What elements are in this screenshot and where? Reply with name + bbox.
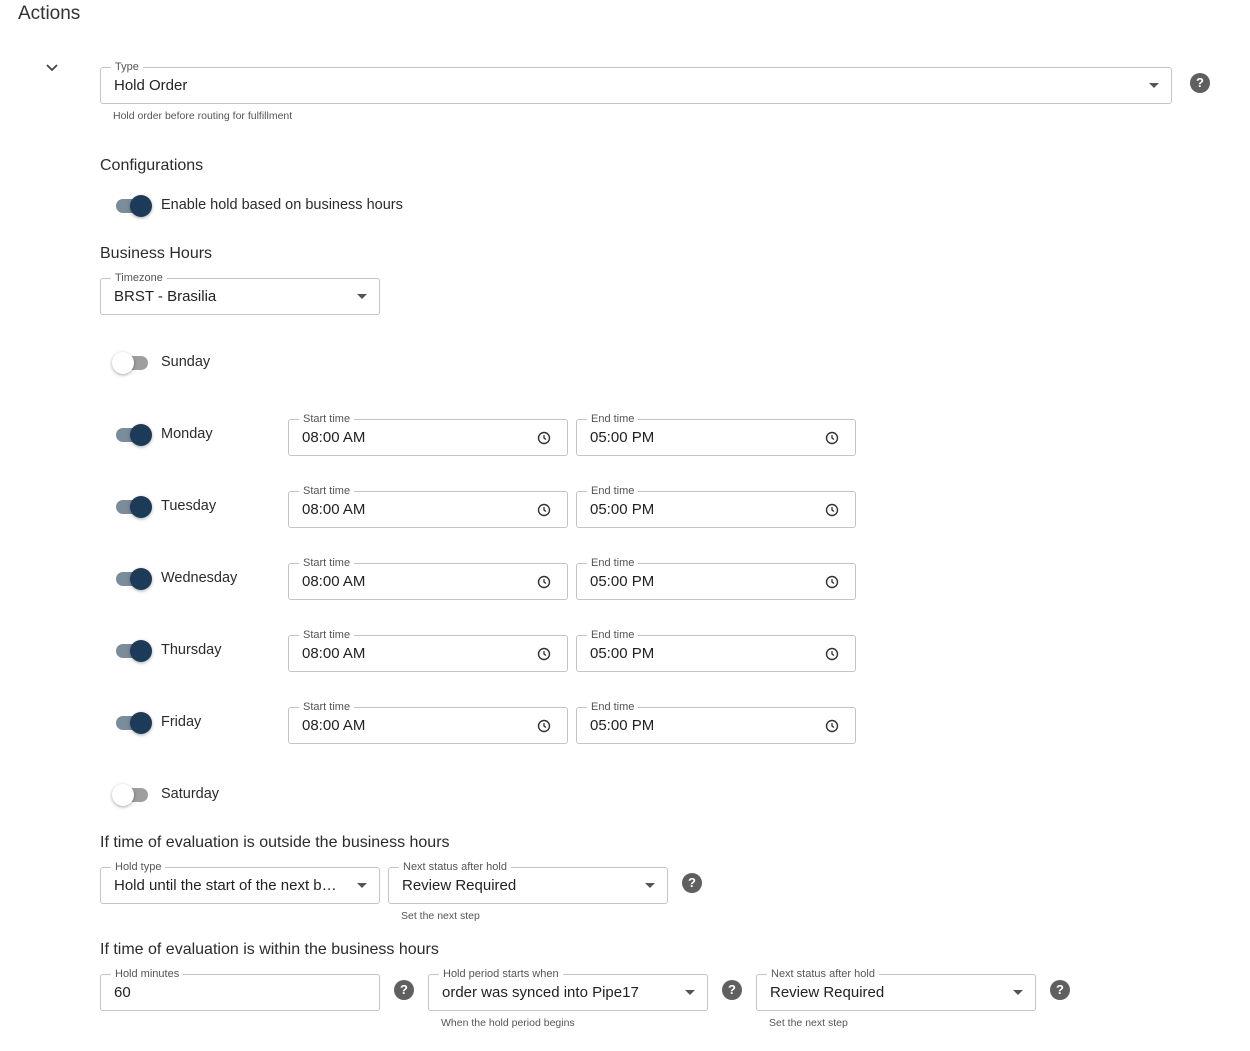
help-icon[interactable]: ? <box>1190 73 1210 93</box>
day-label-saturday: Saturday <box>161 786 220 802</box>
friday-start-time-input[interactable]: Start time 08:00 AM <box>288 700 568 744</box>
day-toggle-sunday[interactable] <box>112 352 152 374</box>
toggle-thumb <box>130 424 152 446</box>
clock-icon[interactable] <box>825 575 839 589</box>
tuesday-start-time-input[interactable]: Start time 08:00 AM <box>288 484 568 528</box>
within-next-status-helper: Set the next step <box>769 1017 848 1029</box>
hold-type-select[interactable]: Hold type Hold until the start of the ne… <box>100 860 380 904</box>
hold-start-select[interactable]: Hold period starts when order was synced… <box>428 967 708 1011</box>
wednesday-end-time-input[interactable]: End time 05:00 PM <box>576 556 856 600</box>
timezone-select[interactable]: Timezone BRST - Brasilia <box>100 271 380 315</box>
day-toggle-saturday[interactable] <box>112 784 152 806</box>
hold-type-value: Hold until the start of the next busines… <box>114 877 339 894</box>
day-toggle-friday[interactable] <box>114 712 154 734</box>
end-time-value: 05:00 PM <box>590 429 655 446</box>
day-label-tuesday: Tuesday <box>161 498 217 514</box>
hold-minutes-value: 60 <box>114 984 131 1001</box>
dropdown-caret-icon <box>645 883 655 888</box>
hold-start-helper: When the hold period begins <box>441 1017 575 1029</box>
section-title: Actions <box>18 3 81 24</box>
day-toggle-thursday[interactable] <box>114 640 154 662</box>
end-time-value: 05:00 PM <box>590 645 655 662</box>
help-icon[interactable]: ? <box>1050 980 1070 1000</box>
monday-start-time-input[interactable]: Start time 08:00 AM <box>288 412 568 456</box>
dropdown-caret-icon <box>357 883 367 888</box>
business-hours-title: Business Hours <box>100 245 213 262</box>
timezone-value: BRST - Brasilia <box>114 288 217 305</box>
help-icon[interactable]: ? <box>722 980 742 1000</box>
clock-icon[interactable] <box>537 575 551 589</box>
outside-hours-title: If time of evaluation is outside the bus… <box>100 834 450 851</box>
type-select[interactable]: Type Hold Order <box>100 60 1172 104</box>
type-helper: Hold order before routing for fulfillmen… <box>113 110 293 122</box>
toggle-thumb <box>130 195 152 217</box>
clock-icon[interactable] <box>825 431 839 445</box>
toggle-thumb <box>130 712 152 734</box>
clock-icon[interactable] <box>825 503 839 517</box>
start-time-value: 08:00 AM <box>302 717 366 734</box>
end-time-value: 05:00 PM <box>590 573 655 590</box>
toggle-thumb <box>112 352 134 374</box>
dropdown-caret-icon <box>685 990 695 995</box>
thursday-end-time-input[interactable]: End time 05:00 PM <box>576 628 856 672</box>
hold-start-value: order was synced into Pipe17 <box>442 984 639 1001</box>
enable-hold-toggle[interactable] <box>114 195 154 217</box>
day-toggle-monday[interactable] <box>114 424 154 446</box>
monday-end-time-input[interactable]: End time 05:00 PM <box>576 412 856 456</box>
thursday-start-time-input[interactable]: Start time 08:00 AM <box>288 628 568 672</box>
dropdown-caret-icon <box>1149 83 1159 88</box>
end-time-value: 05:00 PM <box>590 501 655 518</box>
help-icon[interactable]: ? <box>394 980 414 1000</box>
type-value: Hold Order <box>114 77 188 94</box>
next-status-value: Review Required <box>770 984 885 1001</box>
clock-icon[interactable] <box>537 647 551 661</box>
clock-icon[interactable] <box>537 503 551 517</box>
start-time-value: 08:00 AM <box>302 573 366 590</box>
day-label-friday: Friday <box>161 714 202 730</box>
toggle-thumb <box>130 568 152 590</box>
tuesday-end-time-input[interactable]: End time 05:00 PM <box>576 484 856 528</box>
day-label-monday: Monday <box>161 426 213 442</box>
clock-icon[interactable] <box>537 719 551 733</box>
outside-next-status-select[interactable]: Next status after hold Review Required <box>388 860 668 904</box>
day-toggle-tuesday[interactable] <box>114 496 154 518</box>
toggle-thumb <box>130 640 152 662</box>
clock-icon[interactable] <box>825 719 839 733</box>
end-time-value: 05:00 PM <box>590 717 655 734</box>
start-time-value: 08:00 AM <box>302 501 366 518</box>
clock-icon[interactable] <box>537 431 551 445</box>
clock-icon[interactable] <box>825 647 839 661</box>
wednesday-start-time-input[interactable]: Start time 08:00 AM <box>288 556 568 600</box>
chevron-down-icon[interactable] <box>44 62 60 74</box>
toggle-thumb <box>130 496 152 518</box>
within-next-status-select[interactable]: Next status after hold Review Required <box>756 967 1036 1011</box>
day-label-sunday: Sunday <box>161 354 211 370</box>
toggle-thumb <box>112 784 134 806</box>
next-status-value: Review Required <box>402 877 517 894</box>
configurations-title: Configurations <box>100 157 204 174</box>
start-time-value: 08:00 AM <box>302 645 366 662</box>
help-icon[interactable]: ? <box>682 873 702 893</box>
hold-minutes-input[interactable]: Hold minutes 60 <box>100 967 380 1011</box>
day-label-wednesday: Wednesday <box>161 570 238 586</box>
day-toggle-wednesday[interactable] <box>114 568 154 590</box>
friday-end-time-input[interactable]: End time 05:00 PM <box>576 700 856 744</box>
dropdown-caret-icon <box>1013 990 1023 995</box>
within-hours-title: If time of evaluation is within the busi… <box>100 941 439 958</box>
day-label-thursday: Thursday <box>161 642 222 658</box>
dropdown-caret-icon <box>357 294 367 299</box>
outside-next-status-helper: Set the next step <box>401 910 480 922</box>
enable-hold-label: Enable hold based on business hours <box>161 197 403 213</box>
start-time-value: 08:00 AM <box>302 429 366 446</box>
